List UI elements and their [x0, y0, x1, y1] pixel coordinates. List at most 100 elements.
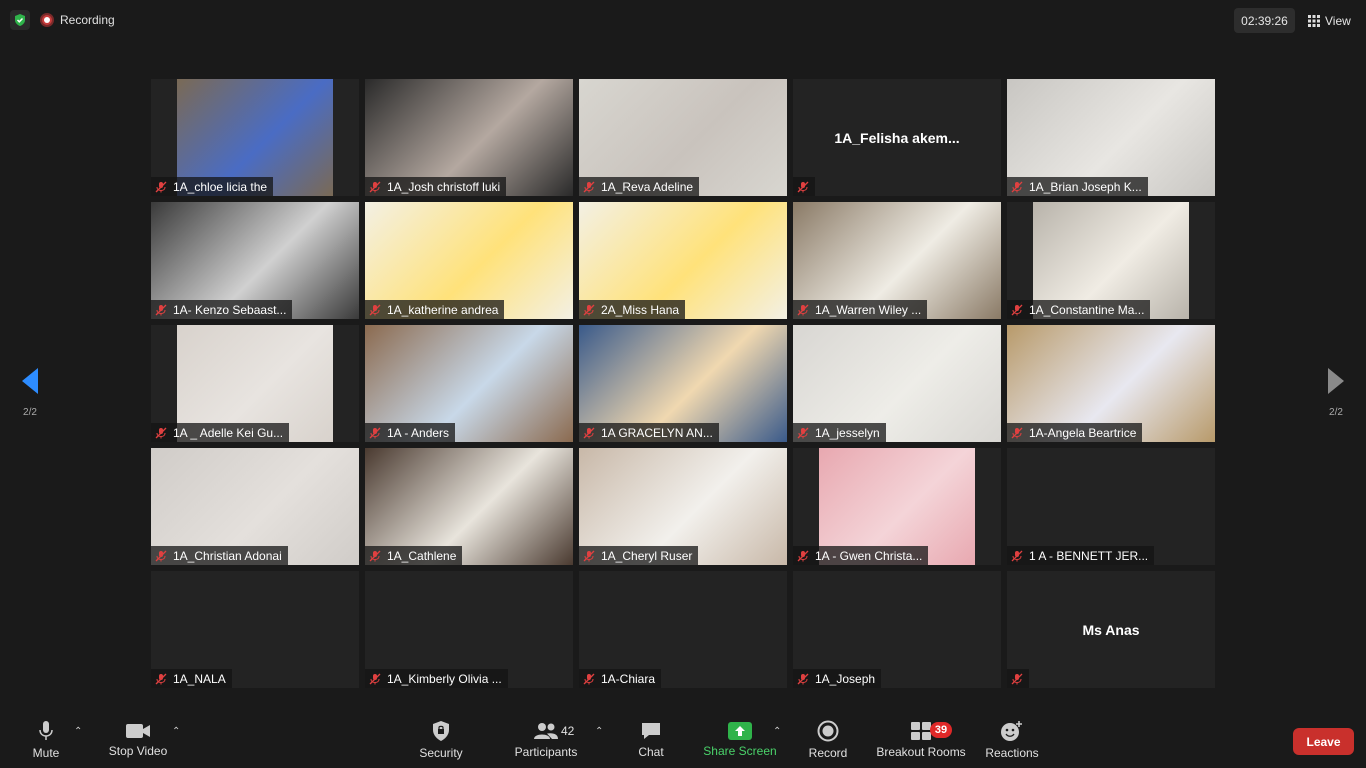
- participant-name-bar: 1A_Christian Adonai: [151, 546, 288, 565]
- participant-name-bar: 1A - Gwen Christa...: [793, 546, 929, 565]
- muted-microphone-icon: [797, 304, 809, 316]
- stop-video-label: Stop Video: [108, 744, 168, 758]
- participant-tile[interactable]: 1A_Constantine Ma...: [1007, 202, 1215, 319]
- video-options-caret-icon[interactable]: ⌃: [172, 726, 180, 737]
- participant-name-bar: 1A_katherine andrea: [365, 300, 505, 319]
- breakout-rooms-badge: 39: [930, 722, 952, 738]
- participant-name: 1A- Kenzo Sebaast...: [173, 302, 287, 317]
- participant-tile[interactable]: 1A_Felisha akem...: [793, 79, 1001, 196]
- security-shield-icon[interactable]: [10, 10, 30, 30]
- mute-button[interactable]: Mute: [26, 712, 66, 768]
- muted-microphone-icon: [369, 181, 381, 193]
- participants-button[interactable]: Participants: [513, 712, 579, 768]
- participant-tile[interactable]: 1A_NALA: [151, 571, 359, 688]
- record-button[interactable]: Record: [806, 712, 850, 768]
- breakout-rooms-button[interactable]: Breakout Rooms: [876, 712, 966, 768]
- muted-microphone-icon: [583, 181, 595, 193]
- participant-gallery: 1A_chloe licia the 1A_Josh christoff luki…: [151, 79, 1216, 688]
- participant-name-bar: 2A_Miss Hana: [579, 300, 686, 319]
- participant-name: 1A_Joseph: [815, 671, 876, 686]
- triangle-left-icon: [22, 368, 38, 394]
- participant-tile[interactable]: 1A_Cathlene: [365, 448, 573, 565]
- muted-microphone-icon: [797, 181, 809, 193]
- chat-button[interactable]: Chat: [633, 712, 669, 768]
- participant-tile[interactable]: 2A_Miss Hana: [579, 202, 787, 319]
- participant-name: 1A_katherine andrea: [387, 302, 499, 317]
- share-screen-button[interactable]: Share Screen: [702, 712, 778, 768]
- leave-button[interactable]: Leave: [1293, 728, 1354, 755]
- page-indicator-right: 2/2: [1329, 407, 1343, 418]
- participant-tile[interactable]: 1A_Reva Adeline: [579, 79, 787, 196]
- participant-tile[interactable]: 1A_Cheryl Ruser: [579, 448, 787, 565]
- participant-tile[interactable]: 1A _ Adelle Kei Gu...: [151, 325, 359, 442]
- mute-label: Mute: [32, 746, 60, 760]
- muted-microphone-icon: [797, 550, 809, 562]
- participant-name: 1 A - BENNETT JER...: [1029, 548, 1149, 563]
- muted-microphone-icon: [155, 181, 167, 193]
- participant-name: 1A - Gwen Christa...: [815, 548, 923, 563]
- previous-page-button[interactable]: 2/2: [16, 366, 44, 426]
- recording-indicator[interactable]: Recording: [40, 8, 115, 32]
- participant-name-bar: 1A_Kimberly Olivia ...: [365, 669, 508, 688]
- stop-video-button[interactable]: Stop Video: [106, 712, 170, 768]
- zoom-meeting-window: Recording 02:39:26 View 1A_chloe licia t…: [0, 0, 1366, 768]
- participant-name-bar: 1A_Warren Wiley ...: [793, 300, 928, 319]
- muted-microphone-icon: [797, 673, 809, 685]
- participant-tile[interactable]: 1A - Anders: [365, 325, 573, 442]
- top-bar: Recording 02:39:26 View: [0, 0, 1366, 40]
- view-button[interactable]: View: [1302, 8, 1358, 33]
- participant-center-name: Ms Anas: [1082, 621, 1140, 638]
- muted-microphone-icon: [1011, 181, 1023, 193]
- participant-name-bar: 1 A - BENNETT JER...: [1007, 546, 1155, 565]
- participant-name-bar: [793, 177, 815, 196]
- muted-microphone-icon: [1011, 550, 1023, 562]
- muted-microphone-icon: [1011, 427, 1023, 439]
- triangle-right-icon: [1328, 368, 1344, 394]
- participant-name: 1A_NALA: [173, 671, 226, 686]
- muted-microphone-icon: [369, 304, 381, 316]
- meeting-toolbar: Mute ⌃ Stop Video ⌃ Security Participant…: [0, 712, 1366, 768]
- participant-tile[interactable]: 1A_Warren Wiley ...: [793, 202, 1001, 319]
- participant-name-bar: 1A_Constantine Ma...: [1007, 300, 1151, 319]
- participant-tile[interactable]: 1A_Josh christoff luki: [365, 79, 573, 196]
- participants-icon: [534, 723, 558, 739]
- view-label: View: [1325, 13, 1351, 28]
- participant-tile[interactable]: 1A_Brian Joseph K...: [1007, 79, 1215, 196]
- participant-name: 1A-Angela Beartrice: [1029, 425, 1137, 440]
- participant-name: 1A GRACELYN AN...: [601, 425, 713, 440]
- audio-options-caret-icon[interactable]: ⌃: [74, 726, 82, 737]
- participant-tile[interactable]: 1 A - BENNETT JER...: [1007, 448, 1215, 565]
- reactions-button[interactable]: Reactions: [984, 712, 1040, 768]
- participant-name: 1A-Chiara: [601, 671, 656, 686]
- participant-tile[interactable]: 1A_katherine andrea: [365, 202, 573, 319]
- shield-lock-icon: [433, 721, 449, 741]
- participant-tile[interactable]: 1A-Angela Beartrice: [1007, 325, 1215, 442]
- participant-name-bar: 1A_Josh christoff luki: [365, 177, 507, 196]
- muted-microphone-icon: [155, 427, 167, 439]
- muted-microphone-icon: [1011, 673, 1023, 685]
- participant-tile[interactable]: 1A_Joseph: [793, 571, 1001, 688]
- participants-options-caret-icon[interactable]: ⌃: [595, 726, 603, 737]
- participants-count: 42: [561, 724, 575, 738]
- meeting-timer: 02:39:26: [1234, 8, 1295, 33]
- participant-tile[interactable]: Ms Anas: [1007, 571, 1215, 688]
- participant-tile[interactable]: 1A GRACELYN AN...: [579, 325, 787, 442]
- participant-name-bar: 1A_Cathlene: [365, 546, 463, 565]
- participant-tile[interactable]: 1A_chloe licia the: [151, 79, 359, 196]
- security-button[interactable]: Security: [416, 712, 466, 768]
- next-page-button[interactable]: 2/2: [1322, 366, 1350, 426]
- muted-microphone-icon: [369, 427, 381, 439]
- participant-name: 1A_chloe licia the: [173, 179, 268, 194]
- participant-tile[interactable]: 1A_Christian Adonai: [151, 448, 359, 565]
- participants-label: Participants: [514, 745, 578, 759]
- participant-name-bar: 1A_Reva Adeline: [579, 177, 700, 196]
- participant-tile[interactable]: 1A- Kenzo Sebaast...: [151, 202, 359, 319]
- muted-microphone-icon: [155, 304, 167, 316]
- participant-tile[interactable]: 1A - Gwen Christa...: [793, 448, 1001, 565]
- participant-name-bar: 1A-Angela Beartrice: [1007, 423, 1143, 442]
- participant-tile[interactable]: 1A-Chiara: [579, 571, 787, 688]
- participant-tile[interactable]: 1A_Kimberly Olivia ...: [365, 571, 573, 688]
- participant-tile[interactable]: 1A_jesselyn: [793, 325, 1001, 442]
- share-options-caret-icon[interactable]: ⌃: [773, 726, 781, 737]
- participant-name-bar: 1A_jesselyn: [793, 423, 886, 442]
